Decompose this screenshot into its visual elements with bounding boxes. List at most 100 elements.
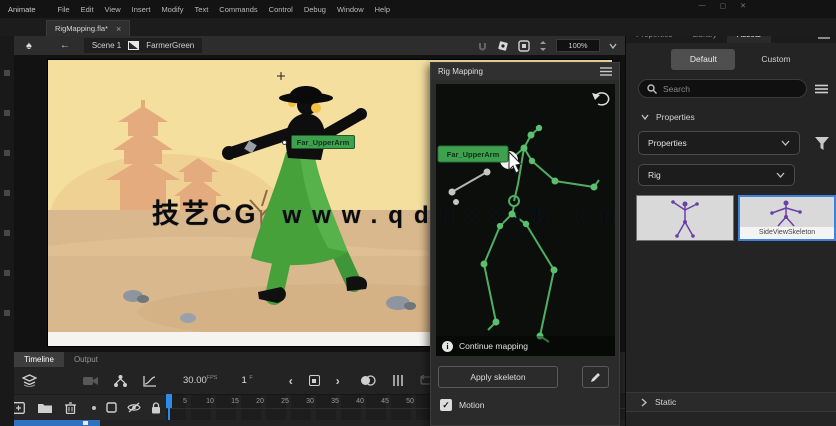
motion-option-row: ✓ Motion xyxy=(440,399,485,411)
tab-default[interactable]: Default xyxy=(671,48,736,70)
rig-mapping-panel: Rig Mapping Far_UpperArm i Continue mapp… xyxy=(430,62,620,426)
menu-debug[interactable]: Debug xyxy=(304,5,326,14)
rig-bone-tooltip: Far_UpperArm xyxy=(437,145,509,163)
layers-icon[interactable] xyxy=(22,374,37,387)
chevron-down-icon xyxy=(641,114,649,120)
magnet-icon[interactable] xyxy=(477,40,488,51)
search-field[interactable] xyxy=(638,79,807,98)
search-input[interactable] xyxy=(663,83,763,94)
chevron-down-icon xyxy=(781,140,790,146)
highlight-dot-icon[interactable] xyxy=(92,405,96,410)
tab-close-icon[interactable]: × xyxy=(116,24,121,34)
rig-mapping-title: Rig Mapping xyxy=(438,67,483,76)
delete-layer-icon[interactable] xyxy=(65,401,76,414)
lock-layers-icon[interactable] xyxy=(151,401,161,414)
app-logo[interactable]: Animate xyxy=(8,5,36,14)
chevron-right-icon xyxy=(641,398,647,406)
tab-timeline[interactable]: Timeline xyxy=(14,352,64,367)
back-arrow-icon[interactable]: ← xyxy=(60,40,70,51)
panel-menu-icon[interactable] xyxy=(600,67,612,76)
graph-editor-icon[interactable] xyxy=(143,375,157,387)
rig-mapping-panel-header[interactable]: Rig Mapping xyxy=(431,63,619,80)
center-frame-button[interactable] xyxy=(308,375,320,386)
zoom-level-input[interactable]: 100% xyxy=(556,39,600,52)
rig-skeleton-view[interactable]: Far_UpperArm xyxy=(436,84,615,356)
chevron-down-icon xyxy=(776,172,785,178)
document-title: RigMapping.fla* xyxy=(55,24,108,33)
edit-rig-button[interactable] xyxy=(582,366,609,388)
properties-filter-dropdown[interactable]: Properties xyxy=(638,131,800,155)
selected-layer-row[interactable] xyxy=(0,420,100,426)
section-label: Static xyxy=(655,397,677,407)
svg-text:Far_UpperArm: Far_UpperArm xyxy=(447,150,500,159)
menu-text[interactable]: Text xyxy=(195,5,209,14)
menu-window[interactable]: Window xyxy=(337,5,364,14)
layer-parenting-icon[interactable] xyxy=(114,374,127,387)
maximize-icon[interactable]: ▢ xyxy=(720,2,727,10)
menu-insert[interactable]: Insert xyxy=(132,5,151,14)
section-label: Properties xyxy=(656,112,695,122)
pencil-icon xyxy=(591,372,600,382)
animate-application-window: Animate File Edit View Insert Modify Tex… xyxy=(0,0,836,426)
list-view-icon[interactable] xyxy=(815,84,828,94)
onion-skin-icon[interactable] xyxy=(360,375,376,386)
layer-toolbar xyxy=(0,394,166,420)
frame-rate-display[interactable]: 30.00FPS xyxy=(183,375,217,386)
menu-help[interactable]: Help xyxy=(375,5,390,14)
menu-modify[interactable]: Modify xyxy=(161,5,183,14)
rig-filter-dropdown[interactable]: Rig xyxy=(638,164,795,186)
breadcrumb-symbol[interactable]: FarmerGreen xyxy=(146,41,194,50)
menu-commands[interactable]: Commands xyxy=(219,5,257,14)
zoom-stepper-icon[interactable] xyxy=(539,40,547,52)
info-icon: i xyxy=(442,340,453,352)
mapping-status-text: Continue mapping xyxy=(459,341,528,351)
window-controls: — ▢ ✕ xyxy=(699,2,747,10)
menu-edit[interactable]: Edit xyxy=(81,5,94,14)
filter-funnel-icon[interactable] xyxy=(815,136,829,150)
new-folder-icon[interactable] xyxy=(38,402,52,413)
minimize-icon[interactable]: — xyxy=(699,2,706,10)
symbol-icon xyxy=(128,41,140,50)
menu-bar: Animate File Edit View Insert Modify Tex… xyxy=(0,0,836,18)
camera-icon[interactable] xyxy=(83,376,98,386)
close-icon[interactable]: ✕ xyxy=(740,2,746,10)
menu-view[interactable]: View xyxy=(105,5,121,14)
breadcrumb-scene[interactable]: Scene 1 xyxy=(92,41,121,50)
edit-bar: ♠ ← Scene 1 FarmerGreen 100% xyxy=(14,36,625,55)
step-forward-button[interactable]: › xyxy=(336,374,340,388)
stage-icon: ♠ xyxy=(26,39,32,52)
center-frame-icon[interactable] xyxy=(518,39,530,52)
unmapped-bone xyxy=(448,168,491,205)
document-tab[interactable]: RigMapping.fla* × xyxy=(46,20,131,36)
apply-skeleton-button[interactable]: Apply skeleton xyxy=(438,366,558,388)
assets-panel: Properties Library Assets Default Custom xyxy=(625,18,836,426)
reset-view-icon xyxy=(592,92,610,106)
tab-output[interactable]: Output xyxy=(64,352,108,367)
tools-panel-collapsed[interactable] xyxy=(0,36,14,426)
playhead[interactable] xyxy=(166,394,172,420)
step-back-button[interactable]: ‹ xyxy=(289,374,293,388)
section-header-properties[interactable]: Properties xyxy=(641,112,836,122)
dropdown-value: Rig xyxy=(648,170,661,180)
tab-custom[interactable]: Custom xyxy=(761,54,790,64)
chevron-down-icon[interactable] xyxy=(609,43,617,49)
menu-control[interactable]: Control xyxy=(269,5,293,14)
motion-label: Motion xyxy=(459,400,485,410)
onion-skin-outlines-icon[interactable] xyxy=(392,375,404,386)
bone-joint-dot[interactable] xyxy=(282,140,287,145)
current-frame-display[interactable]: 1 F xyxy=(241,375,252,386)
thumbnail-label: SideViewSkeleton xyxy=(739,227,834,239)
motion-checkbox[interactable]: ✓ xyxy=(440,399,452,411)
menu-file[interactable]: File xyxy=(58,5,70,14)
breadcrumb: Scene 1 FarmerGreen xyxy=(83,38,203,53)
mapping-status-row: i Continue mapping xyxy=(436,336,615,356)
paint-guides-icon[interactable] xyxy=(497,40,509,52)
section-header-static[interactable]: Static xyxy=(626,392,836,412)
rig-thumbnail[interactable] xyxy=(636,195,734,241)
search-icon xyxy=(647,83,657,94)
hide-layers-icon[interactable] xyxy=(127,402,141,413)
dropdown-value: Properties xyxy=(648,138,687,148)
rig-thumbnail-sideviewskeleton[interactable]: SideViewSkeleton xyxy=(737,195,836,241)
outline-mode-icon[interactable] xyxy=(106,402,117,413)
document-tab-bar: RigMapping.fla* × xyxy=(0,18,836,36)
